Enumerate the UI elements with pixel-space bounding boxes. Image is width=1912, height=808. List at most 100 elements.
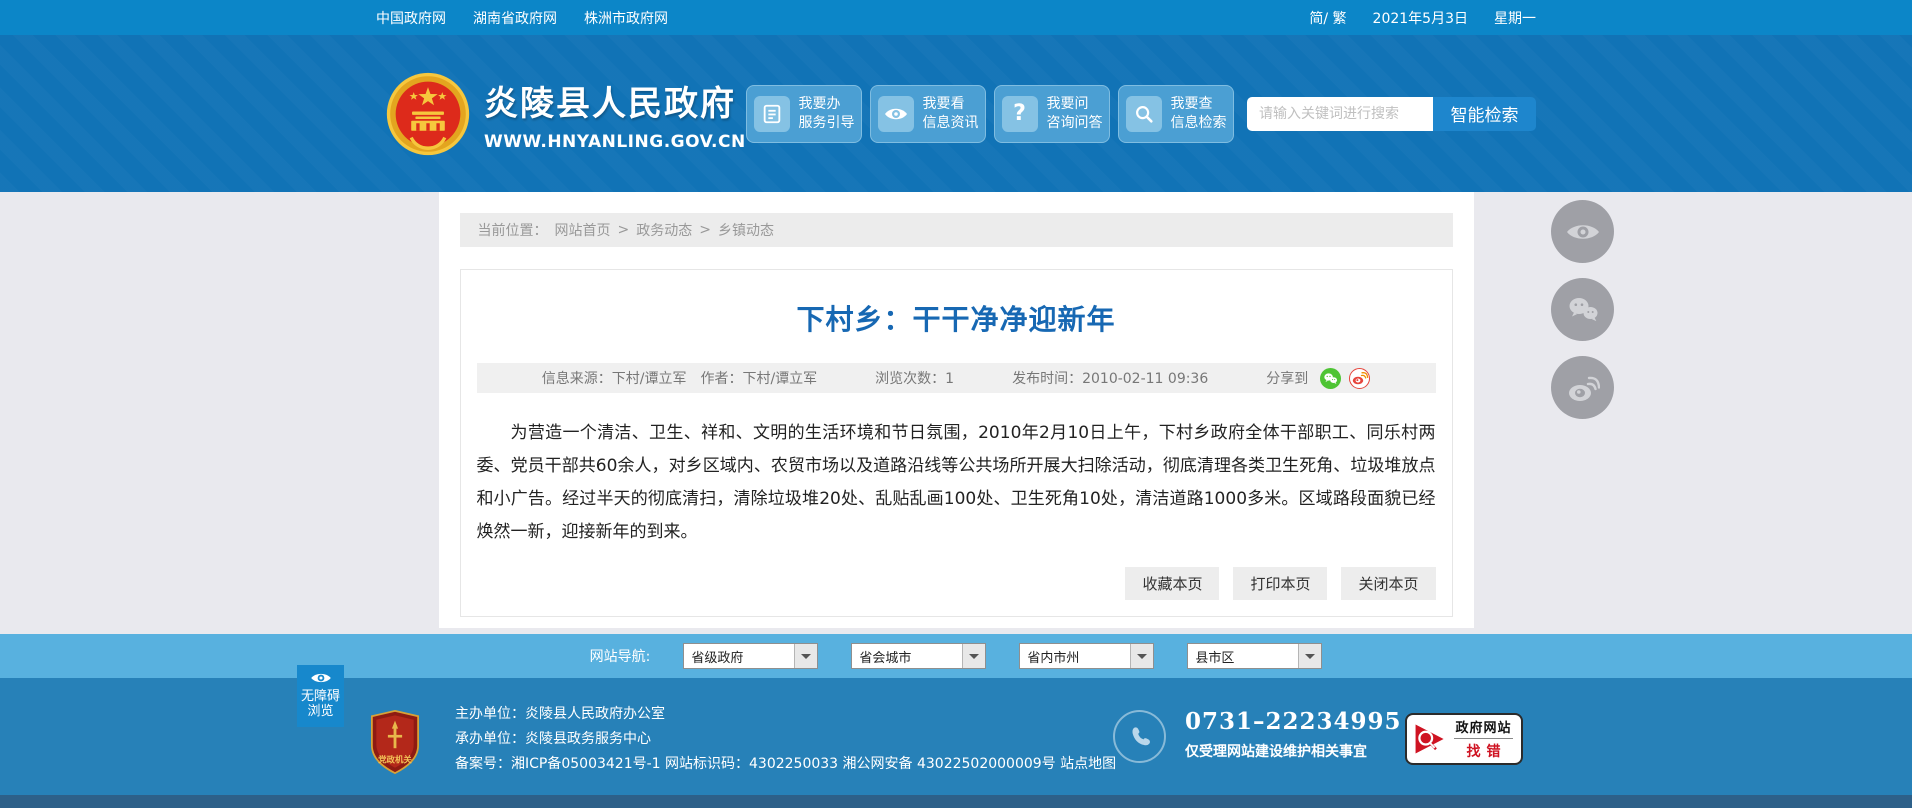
breadcrumb-zhengwu[interactable]: 政务动态 <box>636 220 692 240</box>
smart-search-button[interactable]: 智能检索 <box>1433 97 1536 131</box>
phone-note: 仅受理网站建设维护相关事宜 <box>1185 741 1402 761</box>
article-meta: 信息来源：下村/谭立军 作者：下村/谭立军 浏览次数：1 发布时间：2010-0… <box>477 363 1436 393</box>
question-icon: ? <box>1002 96 1038 132</box>
wechat-share-icon[interactable] <box>1320 368 1341 389</box>
service-button-kan[interactable]: 我要看信息资讯 <box>870 85 986 143</box>
eye-icon <box>1565 221 1601 243</box>
service-label: 我要办 <box>799 96 841 112</box>
service-sublabel: 信息检索 <box>1171 115 1227 131</box>
author-value: 下村/谭立军 <box>742 371 817 387</box>
wechat-button[interactable] <box>1551 278 1614 341</box>
organizer-value: 炎陵县政务服务中心 <box>525 731 651 747</box>
site-search: 智能检索 <box>1247 97 1536 131</box>
party-gov-emblem[interactable]: 党政机关 <box>368 710 422 778</box>
close-page-button[interactable]: 关闭本页 <box>1341 567 1435 600</box>
accessibility-label2: 浏览 <box>307 704 333 719</box>
weibo-icon <box>1566 373 1600 403</box>
accessibility-eye-button[interactable] <box>1551 200 1614 263</box>
eye-icon <box>878 96 914 132</box>
topbar: 中国政府网 湖南省政府网 株洲市政府网 简/ 繁 2021年5月3日 星期一 <box>0 0 1912 35</box>
views-label: 浏览次数： <box>875 371 945 387</box>
link-hunan-gov[interactable]: 湖南省政府网 <box>473 8 557 28</box>
service-sublabel: 信息资讯 <box>923 115 979 131</box>
select-value: 省级政府 <box>684 647 794 666</box>
phone-icon <box>1113 710 1166 763</box>
wechat-icon <box>1566 296 1600 324</box>
service-button-cha[interactable]: 我要查信息检索 <box>1118 85 1234 143</box>
accessibility-badge[interactable]: 无障碍浏览 <box>297 665 344 727</box>
service-shortcuts: 我要办服务引导 我要看信息资讯 ? 我要问咨询问答 我要查信息检索 <box>746 85 1234 143</box>
breadcrumb-separator: > <box>699 222 711 238</box>
error-report-logo-icon <box>1413 721 1447 757</box>
weibo-share-icon[interactable] <box>1349 368 1370 389</box>
select-value: 县市区 <box>1188 647 1298 666</box>
search-input[interactable] <box>1247 97 1433 131</box>
document-icon <box>754 96 790 132</box>
footer: 无障碍浏览 党政机关 主办单位：炎陵县人民政府办公室 承办单位：炎陵县政务服务中… <box>0 678 1912 795</box>
share-label: 分享到 <box>1266 368 1308 388</box>
article-actions: 收藏本页 打印本页 关闭本页 <box>477 567 1436 600</box>
select-value: 省会城市 <box>852 647 962 666</box>
footer-nav-label: 网站导航: <box>590 646 651 666</box>
current-date: 2021年5月3日 <box>1373 8 1468 28</box>
floating-toolbar <box>1551 200 1614 419</box>
badge-line2: 找错 <box>1454 739 1513 761</box>
weibo-button[interactable] <box>1551 356 1614 419</box>
author-label: 作者： <box>700 371 742 387</box>
host-value: 炎陵县人民政府办公室 <box>525 706 665 722</box>
site-url: WWW.HNYANLING.GOV.CN <box>484 132 746 152</box>
source-label: 信息来源： <box>542 371 612 387</box>
breadcrumb: 当前位置： 网站首页 > 政务动态 > 乡镇动态 <box>460 213 1453 247</box>
site-title: 炎陵县人民政府 <box>484 76 746 125</box>
chevron-down-icon <box>794 644 817 668</box>
select-counties[interactable]: 县市区 <box>1187 643 1322 669</box>
sitemap-link[interactable]: 站点地图 <box>1060 756 1116 772</box>
print-page-button[interactable]: 打印本页 <box>1233 567 1327 600</box>
views-value: 1 <box>945 371 954 387</box>
service-button-banshi[interactable]: 我要办服务引导 <box>746 85 862 143</box>
breadcrumb-label: 当前位置： <box>478 220 548 240</box>
chevron-down-icon <box>962 644 985 668</box>
chevron-down-icon <box>1130 644 1153 668</box>
article-card: 下村乡：干干净净迎新年 信息来源：下村/谭立军 作者：下村/谭立军 浏览次数：1… <box>460 269 1453 617</box>
breadcrumb-xiangzhen[interactable]: 乡镇动态 <box>718 220 774 240</box>
time-value: 2010-02-11 09:36 <box>1082 371 1208 387</box>
content-container: 当前位置： 网站首页 > 政务动态 > 乡镇动态 下村乡：干干净净迎新年 信息来… <box>439 192 1474 628</box>
main-area: 当前位置： 网站首页 > 政务动态 > 乡镇动态 下村乡：干干净净迎新年 信息来… <box>0 192 1912 634</box>
select-province-cities[interactable]: 省内市州 <box>1019 643 1154 669</box>
select-capital-cities[interactable]: 省会城市 <box>851 643 986 669</box>
service-sublabel: 服务引导 <box>799 115 855 131</box>
service-label: 我要问 <box>1047 96 1089 112</box>
footer-nav: 网站导航: 省级政府 省会城市 省内市州 县市区 <box>0 634 1912 678</box>
breadcrumb-home[interactable]: 网站首页 <box>555 220 611 240</box>
host-label: 主办单位： <box>455 706 525 722</box>
national-emblem-icon <box>386 72 470 156</box>
link-china-gov[interactable]: 中国政府网 <box>376 8 446 28</box>
favorite-page-button[interactable]: 收藏本页 <box>1125 567 1219 600</box>
breadcrumb-separator: > <box>618 222 630 238</box>
organizer-label: 承办单位： <box>455 731 525 747</box>
service-button-wen[interactable]: ? 我要问咨询问答 <box>994 85 1110 143</box>
site-header: 炎陵县人民政府 WWW.HNYANLING.GOV.CN 我要办服务引导 我要看… <box>0 35 1912 192</box>
icp-value: 湘ICP备05003421号-1 网站标识码：4302250033 湘公网安备 … <box>511 756 1056 772</box>
time-label: 发布时间： <box>1012 371 1082 387</box>
badge-line1: 政府网站 <box>1454 717 1513 739</box>
search-icon <box>1126 96 1162 132</box>
emblem-label: 党政机关 <box>378 754 412 764</box>
service-phone-number: 0731–22234995 <box>1185 708 1402 735</box>
icp-label: 备案号： <box>455 756 511 772</box>
lang-toggle[interactable]: 简/ 繁 <box>1309 8 1346 28</box>
eye-icon <box>310 671 332 685</box>
link-zhuzhou-gov[interactable]: 株洲市政府网 <box>584 8 668 28</box>
accessibility-label: 无障碍 <box>301 689 340 704</box>
chevron-down-icon <box>1298 644 1321 668</box>
select-provincial-gov[interactable]: 省级政府 <box>683 643 818 669</box>
service-label: 我要看 <box>923 96 965 112</box>
source-value: 下村/谭立军 <box>612 371 687 387</box>
gov-site-error-report-badge[interactable]: 政府网站 找错 <box>1405 713 1523 765</box>
current-weekday: 星期一 <box>1494 8 1536 28</box>
service-label: 我要查 <box>1171 96 1213 112</box>
site-logo[interactable]: 炎陵县人民政府 WWW.HNYANLING.GOV.CN <box>386 72 746 156</box>
bottom-strip <box>0 795 1912 808</box>
service-sublabel: 咨询问答 <box>1047 115 1103 131</box>
